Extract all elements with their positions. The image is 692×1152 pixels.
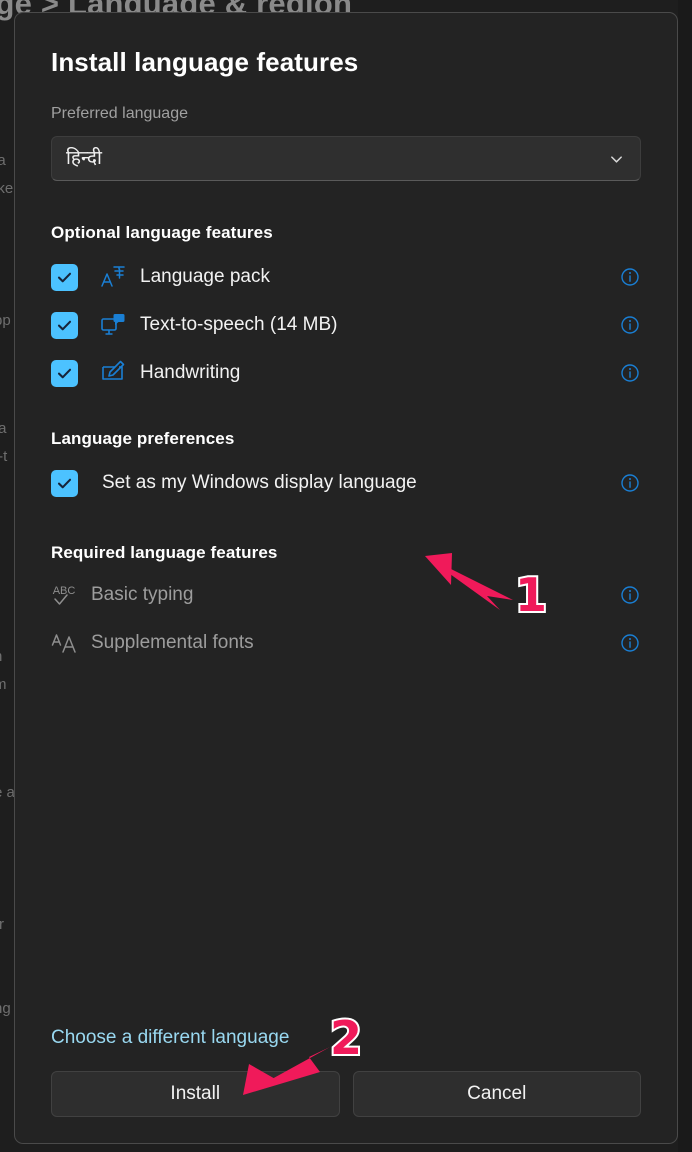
feature-label: Text-to-speech (14 MB)	[140, 314, 338, 335]
dialog-body: Install language features Preferred lang…	[15, 13, 677, 1143]
preferred-language-label: Preferred language	[51, 105, 188, 122]
preferred-language-combobox[interactable]: हिन्दी	[51, 136, 641, 181]
optional-features-list: Language pack Text-to-speech (14 MB) Handw…	[51, 253, 641, 397]
screen: age > Language & region laikepptat-tnme …	[0, 0, 692, 1152]
cancel-button[interactable]: Cancel	[352, 1071, 641, 1117]
background-text-fragment: rr	[0, 916, 4, 933]
background-text-fragment: ng	[0, 1000, 11, 1017]
font-size-icon	[51, 630, 77, 656]
checkbox-checked[interactable]	[51, 359, 78, 387]
install-button[interactable]: Install	[51, 1071, 340, 1117]
abc-check-icon: ABC	[51, 582, 77, 608]
background-text-fragment: la	[0, 152, 6, 169]
feature-row[interactable]: Text-to-speech (14 MB)	[51, 301, 641, 349]
background-text-fragment: ta	[0, 420, 7, 437]
checkbox-checked[interactable]	[51, 311, 78, 339]
dialog-button-row: Install Cancel	[51, 1071, 641, 1117]
optional-features-heading: Optional language features	[51, 223, 273, 242]
feature-label: Supplemental fonts	[91, 632, 254, 653]
required-features-heading: Required language features	[51, 543, 278, 562]
feature-row: ABC Basic typing	[51, 571, 641, 619]
feature-row: Supplemental fonts	[51, 619, 641, 667]
translate-icon	[100, 264, 126, 290]
language-preferences-list: Set as my Windows display language	[51, 459, 641, 507]
feature-label: Set as my Windows display language	[102, 472, 417, 493]
info-icon[interactable]	[620, 267, 640, 287]
install-language-features-dialog: Install language features Preferred lang…	[14, 12, 678, 1144]
info-icon[interactable]	[620, 315, 640, 335]
dialog-title: Install language features	[51, 47, 359, 77]
feature-label: Language pack	[140, 266, 270, 287]
info-icon[interactable]	[620, 363, 640, 383]
choose-different-language-link[interactable]: Choose a different language	[51, 1027, 289, 1049]
feature-row[interactable]: Handwriting	[51, 349, 641, 397]
info-icon[interactable]	[620, 633, 640, 653]
feature-row[interactable]: Set as my Windows display language	[51, 459, 641, 507]
info-icon[interactable]	[620, 585, 640, 605]
feature-row[interactable]: Language pack	[51, 253, 641, 301]
info-icon[interactable]	[620, 473, 640, 493]
background-text-fragment: m	[0, 676, 7, 693]
checkbox-checked[interactable]	[51, 469, 78, 497]
background-text-fragment: e a	[0, 784, 15, 801]
background-text-fragment: t-t	[0, 448, 8, 465]
language-preferences-heading: Language preferences	[51, 429, 235, 448]
handwriting-pen-icon	[100, 360, 126, 386]
feature-label: Handwriting	[140, 362, 241, 383]
required-features-list: ABC Basic typing Supplemental fonts	[51, 571, 641, 667]
chevron-down-icon	[609, 151, 624, 166]
combobox-selected-value: हिन्दी	[66, 148, 102, 169]
background-text-fragment: pp	[0, 312, 11, 329]
dialog-footer: Choose a different language Install Canc…	[51, 1027, 641, 1117]
background-text-fragment: n	[0, 648, 2, 665]
background-right-strip	[678, 0, 692, 1152]
feature-label: Basic typing	[91, 584, 194, 605]
checkbox-checked[interactable]	[51, 263, 78, 291]
svg-text:ABC: ABC	[53, 585, 76, 597]
background-text-fragment: ike	[0, 180, 14, 197]
speech-monitor-icon	[100, 312, 126, 338]
